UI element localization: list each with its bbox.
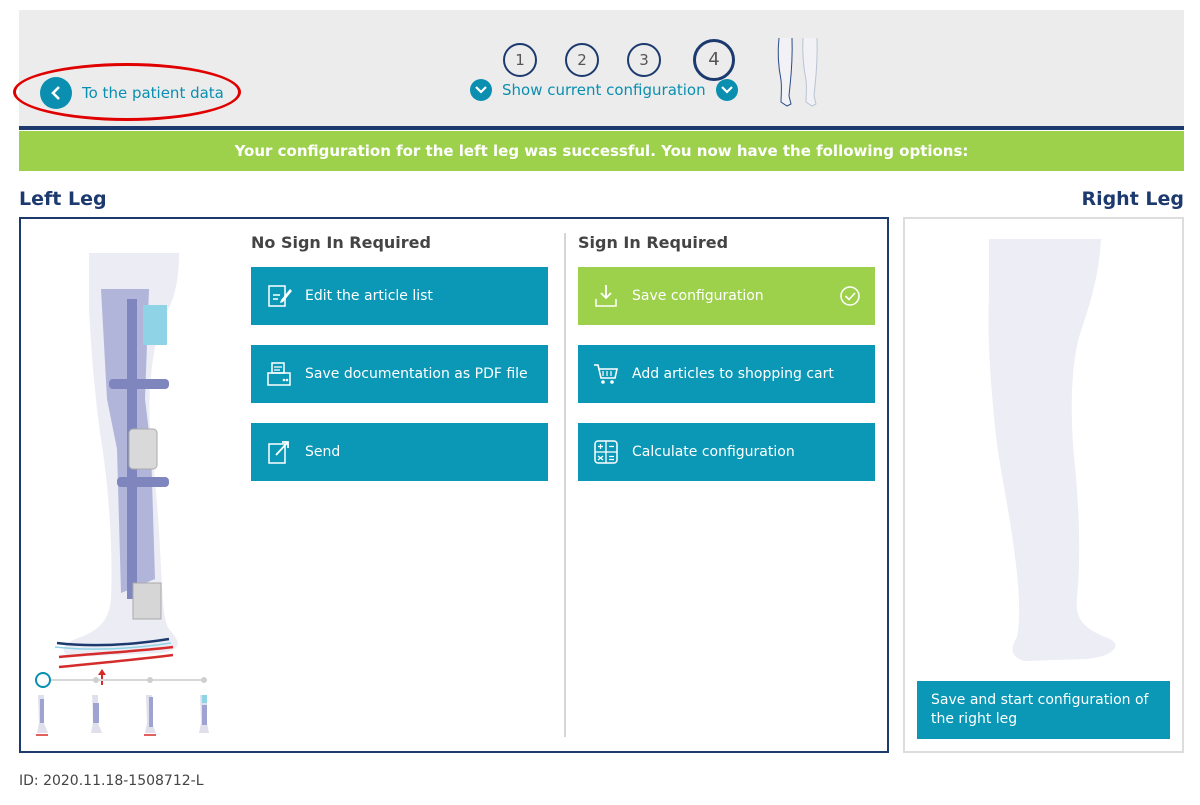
send-button[interactable]: Send xyxy=(251,423,548,481)
sign-in-heading: Sign In Required xyxy=(578,233,729,252)
slider-track xyxy=(41,679,205,681)
printer-icon xyxy=(265,360,293,388)
calculate-configuration-label: Calculate configuration xyxy=(632,444,795,460)
legs-overview-icon[interactable] xyxy=(773,36,821,110)
thumbnail-view-4[interactable] xyxy=(197,693,211,737)
right-leg-title: Right Leg xyxy=(1081,188,1184,210)
view-slider[interactable] xyxy=(35,672,211,688)
slider-stop xyxy=(93,677,99,683)
chevron-down-icon xyxy=(715,79,738,101)
slider-stop xyxy=(201,677,207,683)
left-leg-title: Left Leg xyxy=(19,188,107,210)
no-sign-in-heading: No Sign In Required xyxy=(251,233,431,252)
calculate-configuration-button[interactable]: Calculate configuration xyxy=(578,423,875,481)
right-leg-illustration xyxy=(988,239,1116,661)
start-right-leg-button[interactable]: Save and start configuration of the righ… xyxy=(917,681,1170,739)
step-4-active[interactable]: 4 xyxy=(693,39,735,81)
send-icon xyxy=(265,438,293,466)
back-link-label: To the patient data xyxy=(82,84,224,102)
edit-article-list-button[interactable]: Edit the article list xyxy=(251,267,548,325)
right-leg-panel: Save and start configuration of the righ… xyxy=(903,217,1184,753)
save-pdf-label: Save documentation as PDF file xyxy=(305,366,528,382)
step-1[interactable]: 1 xyxy=(503,43,537,77)
column-divider xyxy=(564,233,566,737)
configuration-id: ID: 2020.11.18-1508712-L xyxy=(19,773,204,789)
thumbnail-view-2[interactable] xyxy=(89,693,103,737)
step-2[interactable]: 2 xyxy=(565,43,599,77)
save-configuration-label: Save configuration xyxy=(632,288,764,304)
show-configuration-toggle[interactable]: Show current configuration xyxy=(470,79,738,101)
save-configuration-button[interactable]: Save configuration xyxy=(578,267,875,325)
download-tray-icon xyxy=(592,282,620,310)
edit-list-icon xyxy=(265,282,293,310)
thumbnail-view-1[interactable] xyxy=(35,693,49,737)
show-configuration-label: Show current configuration xyxy=(502,81,706,99)
left-leg-panel: No Sign In Required Edit the article lis… xyxy=(19,217,889,753)
shopping-cart-icon xyxy=(592,360,620,388)
step-3[interactable]: 3 xyxy=(627,43,661,77)
thumbnail-view-3[interactable] xyxy=(143,693,157,737)
slider-handle[interactable] xyxy=(35,672,51,688)
back-to-patient-data-link[interactable]: To the patient data xyxy=(40,77,224,109)
left-leg-orthosis-illustration xyxy=(54,253,179,685)
save-pdf-button[interactable]: Save documentation as PDF file xyxy=(251,345,548,403)
calculator-icon xyxy=(592,438,620,466)
chevron-down-icon xyxy=(470,79,492,101)
chevron-left-icon xyxy=(40,77,72,109)
view-thumbnails xyxy=(33,693,213,737)
slider-stop xyxy=(147,677,153,683)
header-divider xyxy=(19,126,1184,130)
step-indicator: 1 2 3 4 xyxy=(503,39,763,81)
edit-article-list-label: Edit the article list xyxy=(305,288,433,304)
send-label: Send xyxy=(305,444,341,460)
configuration-header: 1 2 3 4 Show current configuration To th… xyxy=(19,10,1184,126)
check-circle-icon xyxy=(840,286,860,306)
add-to-cart-label: Add articles to shopping cart xyxy=(632,366,834,382)
success-banner: Your configuration for the left leg was … xyxy=(19,131,1184,171)
add-to-cart-button[interactable]: Add articles to shopping cart xyxy=(578,345,875,403)
